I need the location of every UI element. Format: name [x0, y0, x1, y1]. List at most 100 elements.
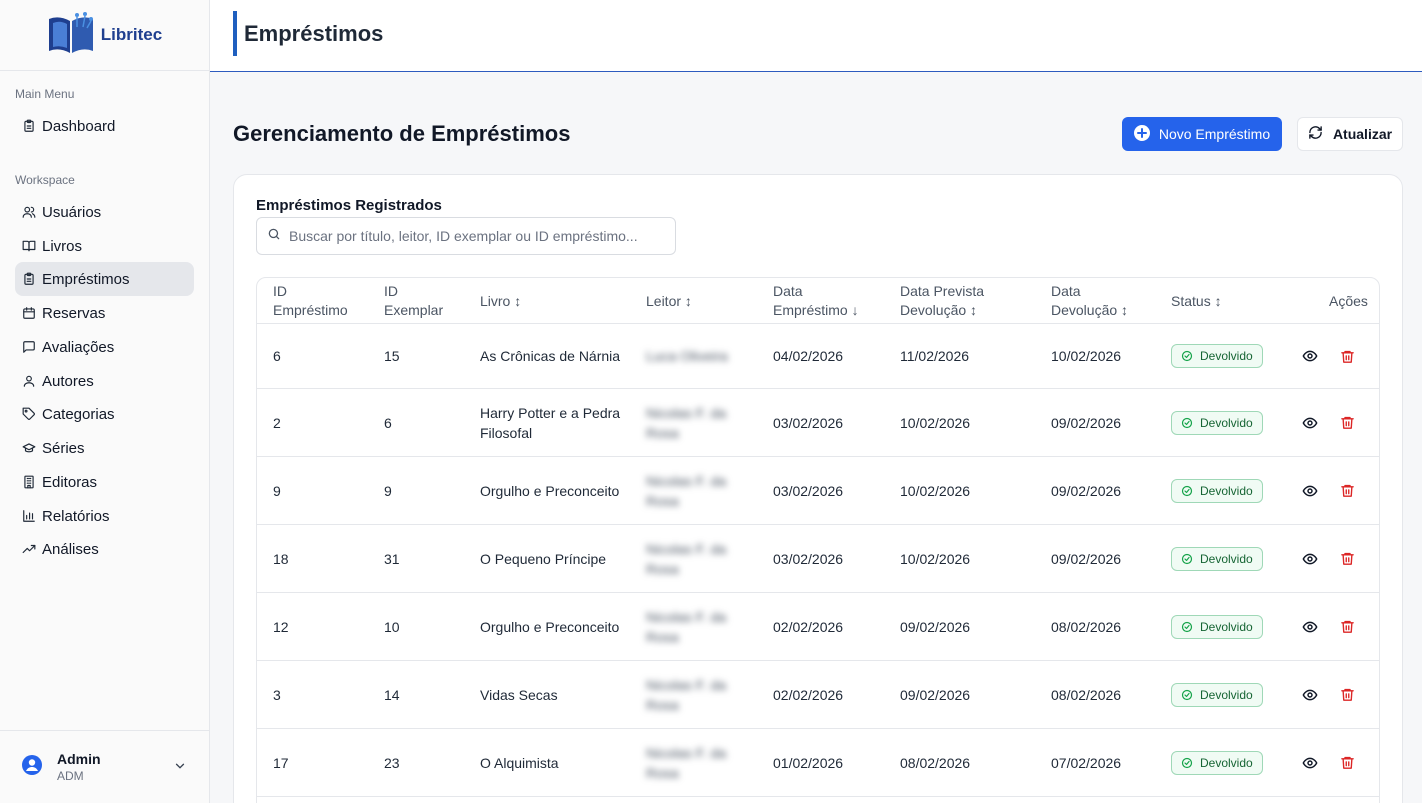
- status-label: Devolvido: [1200, 755, 1253, 770]
- cell-livro: Harry Potter e a Pedra Filosofal: [480, 404, 621, 441]
- refresh-icon: [1308, 125, 1323, 143]
- delete-button[interactable]: [1340, 324, 1355, 388]
- cell-status: Devolvido: [1171, 525, 1263, 592]
- tag-icon: [22, 407, 35, 420]
- view-button[interactable]: [1302, 389, 1318, 456]
- col-header-leitor[interactable]: Leitor ↕: [646, 278, 692, 324]
- col-header-data-devolucao[interactable]: Data Devolução ↕: [1051, 278, 1128, 324]
- brand[interactable]: Libritec: [0, 0, 209, 71]
- sidebar-item-dashboard[interactable]: Dashboard: [15, 109, 194, 143]
- cell-id-exemplar: 31: [384, 550, 400, 567]
- status-badge: Devolvido: [1171, 410, 1263, 435]
- cell-id-emprestimo: 17: [273, 754, 289, 771]
- sidebar-item-categorias[interactable]: Categorias: [15, 397, 194, 431]
- sidebar-item-usuarios[interactable]: Usuários: [15, 195, 194, 229]
- book-logo-icon: [47, 11, 95, 60]
- sidebar: Libritec Main Menu Dashboard Workspace U…: [0, 0, 210, 803]
- building-icon: [24, 475, 34, 489]
- delete-button[interactable]: [1340, 593, 1355, 660]
- status-badge: Devolvido: [1171, 614, 1263, 639]
- user-avatar-icon: [22, 754, 42, 780]
- col-header-id-exemplar[interactable]: ID Exemplar: [384, 278, 443, 324]
- cell-data-prevista: 10/02/2026: [900, 414, 971, 431]
- view-button[interactable]: [1302, 593, 1318, 660]
- refresh-label: Atualizar: [1332, 126, 1393, 142]
- cell-id-exemplar: 15: [384, 348, 400, 364]
- delete-button[interactable]: [1340, 389, 1355, 456]
- cell-livro: As Crônicas de Nárnia: [480, 348, 621, 364]
- trash-icon: [1341, 688, 1354, 701]
- users-icon: [22, 206, 36, 218]
- sidebar-item-autores[interactable]: Autores: [15, 364, 194, 398]
- new-loan-button[interactable]: Novo Empréstimo: [1122, 117, 1282, 151]
- col-header-acoes: Ações: [1329, 292, 1368, 309]
- brand-name: Libritec: [100, 25, 163, 44]
- delete-button[interactable]: [1340, 457, 1355, 524]
- search-icon: [267, 227, 281, 246]
- status-label: Devolvido: [1200, 619, 1253, 634]
- check-circle-icon: [1181, 621, 1193, 632]
- user-name: Admin: [57, 751, 101, 767]
- trash-icon: [1341, 620, 1354, 633]
- sidebar-item-editoras[interactable]: Editoras: [15, 465, 194, 499]
- cell-data-prevista: 10/02/2026: [900, 482, 971, 499]
- chevron-down-icon[interactable]: [173, 759, 187, 778]
- view-button[interactable]: [1302, 729, 1318, 796]
- col-header-status[interactable]: Status ↕: [1171, 278, 1222, 324]
- cell-data-prevista: 08/02/2026: [900, 754, 971, 771]
- graduation-cap-icon: [22, 443, 36, 453]
- table-row[interactable]: 3 14 Vidas Secas Nicolas F. da Rosa 02/02/20…: [257, 661, 1379, 729]
- sidebar-item-analises[interactable]: Análises: [15, 532, 194, 566]
- search-box[interactable]: [256, 217, 676, 255]
- col-header-id-emprestimo[interactable]: ID Empréstimo: [273, 278, 348, 324]
- view-button[interactable]: [1302, 324, 1318, 388]
- bar-chart-icon: [23, 510, 35, 522]
- col-header-data-emprestimo[interactable]: Data Empréstimo ↓: [773, 278, 859, 324]
- delete-button[interactable]: [1340, 525, 1355, 592]
- sidebar-item-label: Séries: [42, 439, 85, 457]
- cell-data-prevista: 10/02/2026: [900, 550, 971, 567]
- status-badge: Devolvido: [1171, 478, 1263, 503]
- sidebar-item-emprestimos[interactable]: Empréstimos: [15, 262, 194, 296]
- check-circle-icon: [1181, 417, 1193, 428]
- sidebar-item-label: Empréstimos: [42, 270, 130, 288]
- cell-livro: O Pequeno Príncipe: [480, 550, 607, 567]
- sidebar-item-label: Dashboard: [42, 117, 116, 135]
- col-header-data-prevista[interactable]: Data Prevista Devolução ↕: [900, 278, 984, 324]
- table-row[interactable]: 17 23 O Alquimista Nicolas F. da Rosa 01/02/…: [257, 729, 1379, 797]
- cell-data-devolucao: 08/02/2026: [1051, 618, 1122, 635]
- status-badge: Devolvido: [1171, 750, 1263, 775]
- sidebar-item-series[interactable]: Séries: [15, 431, 194, 465]
- sidebar-item-relatorios[interactable]: Relatórios: [15, 499, 194, 533]
- sidebar-item-label: Autores: [42, 372, 94, 390]
- delete-button[interactable]: [1340, 729, 1355, 796]
- table-row[interactable]: 6 15 As Crônicas de Nárnia Luca Oliveira 04/…: [257, 324, 1379, 389]
- refresh-button[interactable]: Atualizar: [1297, 117, 1403, 151]
- sidebar-item-avaliacoes[interactable]: Avaliações: [15, 330, 194, 364]
- table-row[interactable]: 18 31 O Pequeno Príncipe Nicolas F. da Rosa…: [257, 525, 1379, 593]
- view-button[interactable]: [1302, 525, 1318, 592]
- title-accent-bar: [233, 11, 237, 56]
- sidebar-item-livros[interactable]: Livros: [15, 229, 194, 263]
- loans-card: Empréstimos Registrados IDEmpréstimo IDE…: [233, 174, 1403, 803]
- user-menu[interactable]: Admin ADM: [0, 730, 209, 803]
- table-row[interactable]: 2 6 Harry Potter e a Pedra Filosofal Nicola…: [257, 389, 1379, 457]
- cell-status: Devolvido: [1171, 389, 1263, 456]
- delete-button[interactable]: [1340, 661, 1355, 728]
- user-icon: [23, 375, 35, 387]
- table-row[interactable]: 12 10 Orgulho e Preconceito Nicolas F. da R…: [257, 593, 1379, 661]
- view-button[interactable]: [1302, 457, 1318, 524]
- page-title: Gerenciamento de Empréstimos: [233, 121, 571, 146]
- cell-data-emprestimo: 03/02/2026: [773, 550, 844, 567]
- cell-id-exemplar: 10: [384, 618, 400, 635]
- search-input[interactable]: [289, 228, 659, 244]
- cell-data-devolucao: 09/02/2026: [1051, 550, 1122, 567]
- cell-livro: O Alquimista: [480, 754, 559, 771]
- table-row[interactable]: 9 9 Orgulho e Preconceito Nicolas F. da Ros…: [257, 457, 1379, 525]
- col-header-livro[interactable]: Livro ↕: [480, 278, 521, 324]
- cell-status: Devolvido: [1171, 324, 1263, 388]
- sidebar-item-reservas[interactable]: Reservas: [15, 296, 194, 330]
- cell-data-devolucao: 08/02/2026: [1051, 686, 1122, 703]
- view-button[interactable]: [1302, 661, 1318, 728]
- cell-data-prevista: 09/02/2026: [900, 686, 971, 703]
